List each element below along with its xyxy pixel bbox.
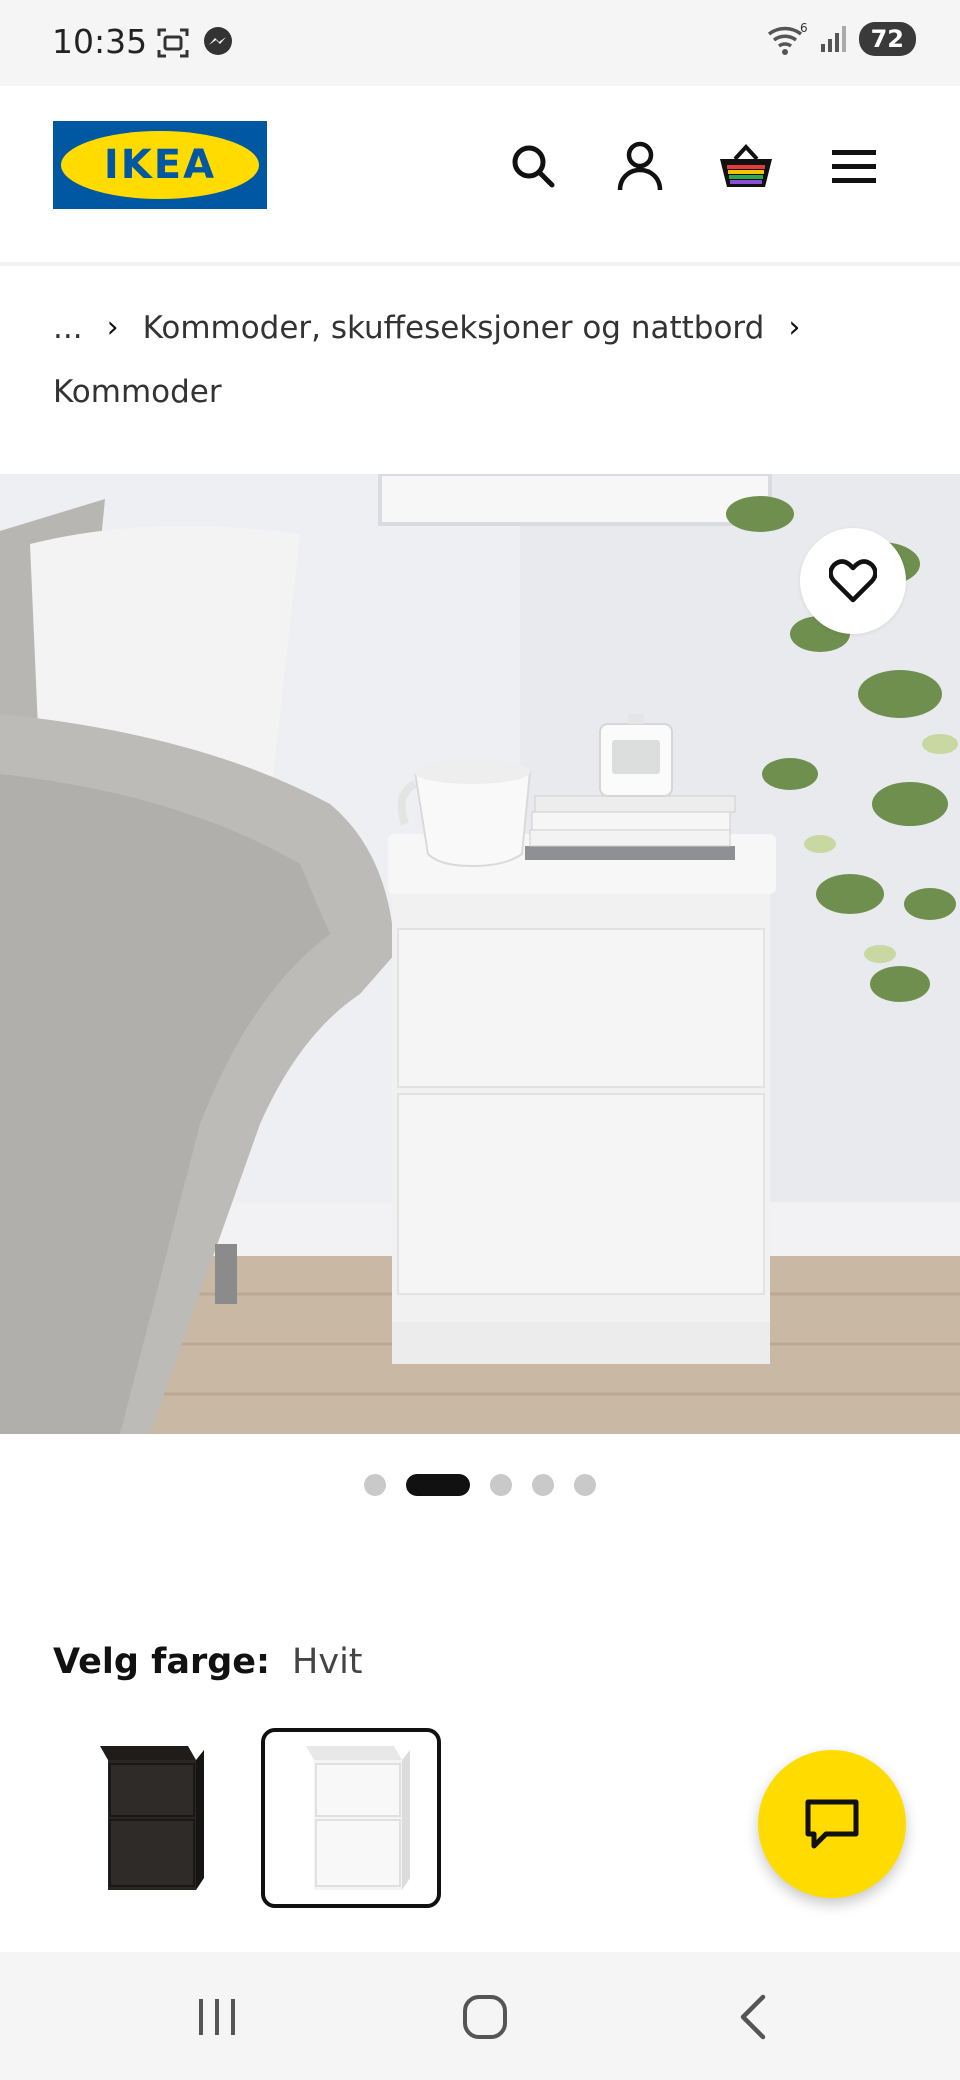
carousel-dot[interactable] <box>364 1474 386 1496</box>
color-select-heading: Velg farge: Hvit <box>53 1642 363 1682</box>
recents-icon <box>199 1999 235 2035</box>
carousel-dot[interactable] <box>574 1474 596 1496</box>
color-swatch-black-brown[interactable] <box>53 1728 233 1908</box>
screenshot-icon <box>157 28 189 58</box>
breadcrumb-separator-icon: › <box>106 310 119 345</box>
carousel-dot-active[interactable] <box>406 1474 470 1496</box>
color-swatch-white[interactable] <box>261 1728 441 1908</box>
account-button[interactable] <box>610 136 670 196</box>
breadcrumb: ... › Kommoder, skuffeseksjoner og nattb… <box>53 296 913 424</box>
status-left-icons <box>156 26 234 60</box>
battery-indicator: 72 <box>858 22 916 56</box>
back-button[interactable] <box>710 1982 800 2052</box>
menu-button[interactable] <box>824 136 884 196</box>
color-select-label: Velg farge: <box>53 1642 271 1682</box>
breadcrumb-separator-icon: › <box>788 310 801 345</box>
chat-button[interactable] <box>758 1750 906 1898</box>
home-button[interactable] <box>440 1982 530 2052</box>
status-time: 10:35 <box>52 22 148 61</box>
home-icon <box>463 1995 507 2039</box>
signal-icon <box>820 26 846 52</box>
recents-button[interactable] <box>172 1982 262 2052</box>
wifi-icon: 6 <box>767 22 808 55</box>
status-bar: 10:35 6 72 <box>0 0 960 86</box>
logo-oval: IKEA <box>61 131 259 199</box>
messenger-icon <box>204 27 232 55</box>
breadcrumb-ellipsis[interactable]: ... <box>53 296 83 360</box>
carousel-dots <box>0 1474 960 1496</box>
breadcrumb-current[interactable]: Kommoder <box>53 360 913 424</box>
carousel-dot[interactable] <box>490 1474 512 1496</box>
chat-icon <box>805 1799 859 1849</box>
carousel-dot[interactable] <box>532 1474 554 1496</box>
product-image[interactable] <box>0 474 960 1434</box>
basket-icon <box>720 144 772 187</box>
ikea-logo[interactable]: IKEA <box>53 121 267 209</box>
back-icon <box>740 1994 766 2040</box>
wifi-badge: 6 <box>800 22 808 35</box>
breadcrumb-row: ... › Kommoder, skuffeseksjoner og nattb… <box>53 296 913 360</box>
menu-icon <box>832 150 876 183</box>
system-nav-bar <box>0 1952 960 2080</box>
search-button[interactable] <box>503 136 563 196</box>
site-header: IKEA <box>0 86 960 266</box>
basket-button[interactable] <box>716 136 776 196</box>
account-icon <box>617 141 663 191</box>
logo-text: IKEA <box>103 142 217 188</box>
breadcrumb-link-parent[interactable]: Kommoder, skuffeseksjoner og nattbord <box>143 296 765 360</box>
favorite-button[interactable] <box>800 528 906 634</box>
color-selected-value: Hvit <box>292 1642 363 1682</box>
status-right: 6 72 <box>765 22 916 56</box>
white-chest-thumbnail <box>306 1746 410 1890</box>
search-icon <box>512 145 555 188</box>
heart-icon <box>829 559 877 603</box>
black-brown-chest-thumbnail <box>100 1746 204 1890</box>
